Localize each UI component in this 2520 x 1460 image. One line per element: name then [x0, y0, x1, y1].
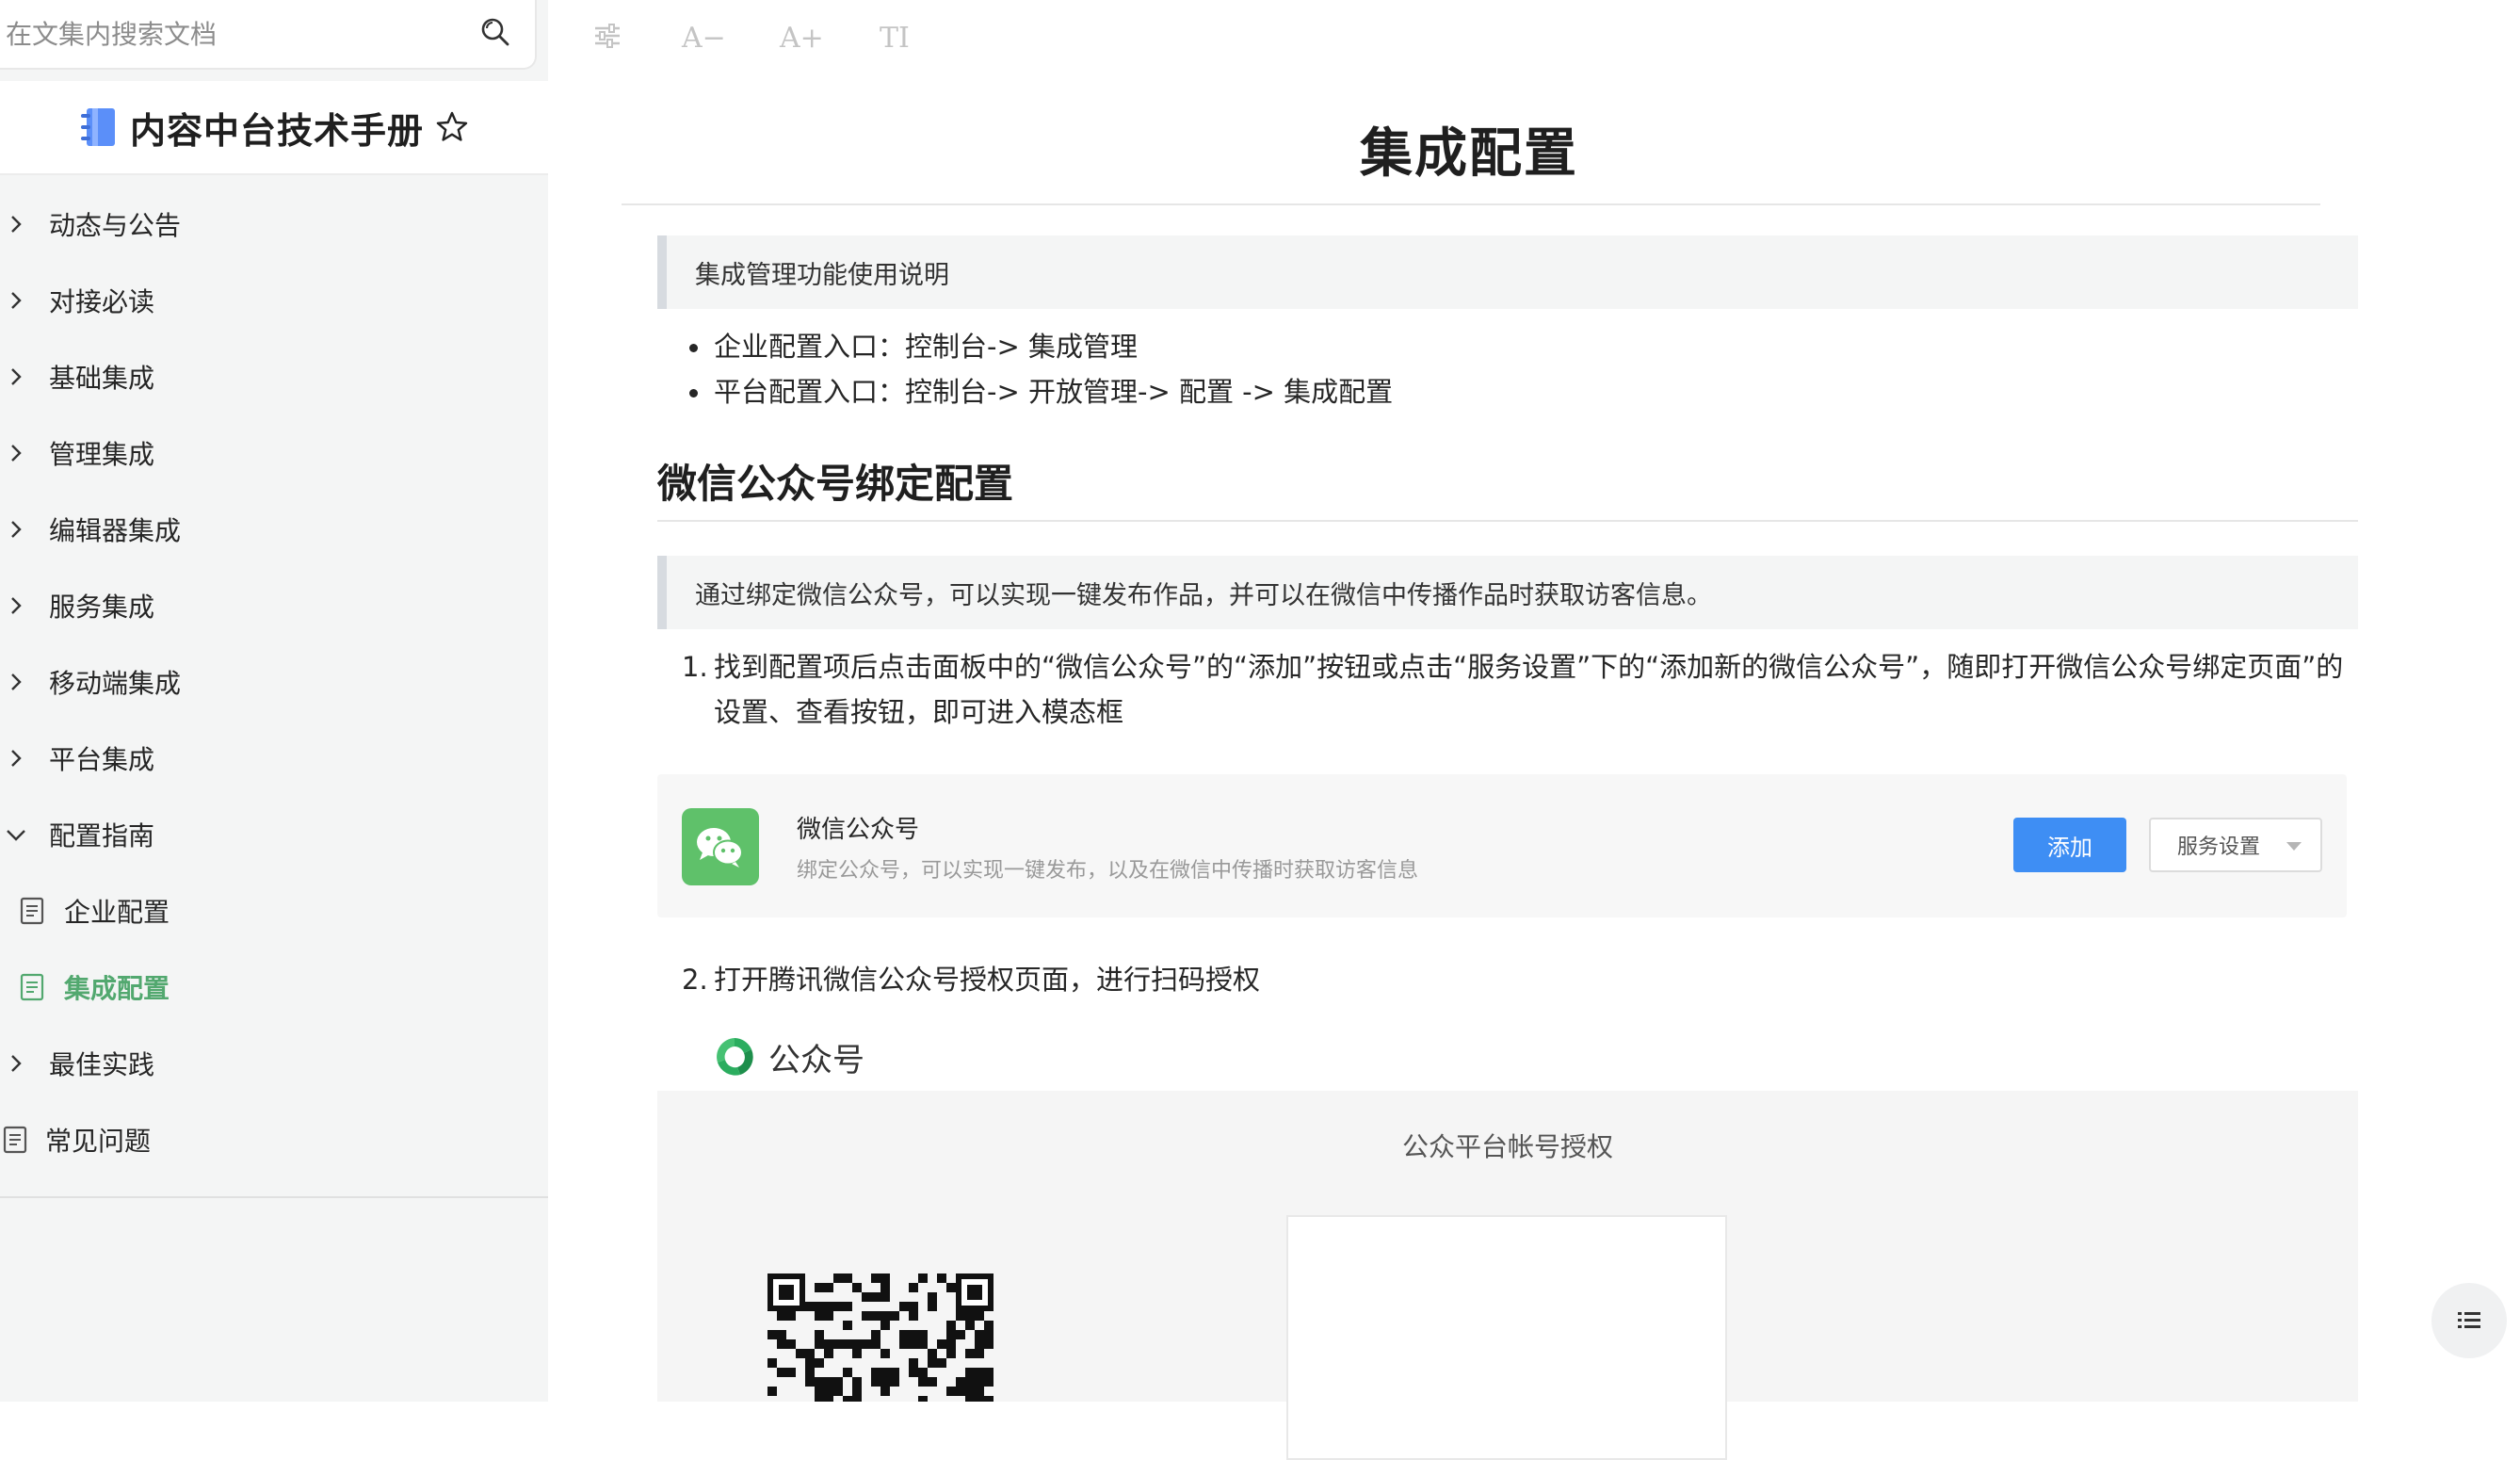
sidebar-item-mobile-integration[interactable]: 移动端集成: [0, 652, 548, 712]
star-icon[interactable]: [435, 110, 469, 144]
chevron-right-icon: [11, 597, 22, 614]
entry-list: 企业配置入口：控制台-> 集成管理 平台配置入口：控制台-> 开放管理-> 配置…: [687, 324, 1393, 414]
sidebar: 内容中台技术手册 动态与公告 对接必读 基础集成 管理集成 编辑器集成 服务: [0, 0, 548, 1402]
service-settings-label: 服务设置: [2177, 835, 2261, 859]
sidebar-item-label: 基础集成: [49, 363, 155, 394]
font-toggle-button[interactable]: TI: [880, 17, 910, 58]
step-2: 2. 打开腾讯微信公众号授权页面，进行扫码授权: [682, 957, 2000, 1002]
qr-card: [1286, 1215, 1727, 1460]
book-title: 内容中台技术手册: [129, 109, 424, 152]
search-icon[interactable]: [478, 15, 512, 49]
sidebar-item-management-integration[interactable]: 管理集成: [0, 423, 548, 483]
sidebar-item-news[interactable]: 动态与公告: [0, 194, 548, 254]
sidebar-item-integration-config[interactable]: 集成配置: [0, 957, 548, 1017]
wechat-integration-card: 微信公众号 绑定公众号，可以实现一键发布，以及在微信中传播时获取访客信息 添加 …: [657, 774, 2347, 917]
chevron-right-icon: [11, 1055, 22, 1072]
section-divider: [657, 520, 2358, 522]
list-item: 平台配置入口：控制台-> 开放管理-> 配置 -> 集成配置: [687, 369, 1393, 414]
chevron-right-icon: [11, 292, 22, 309]
mp-logo-icon: [717, 1038, 753, 1076]
chevron-down-icon: [7, 830, 25, 841]
step-number: 1.: [682, 651, 708, 683]
chevron-right-icon: [11, 521, 22, 538]
sidebar-item-label: 常见问题: [45, 1126, 152, 1157]
wechat-logo: [682, 808, 759, 885]
sidebar-item-label: 集成配置: [64, 973, 170, 1004]
caret-down-icon: [2286, 842, 2302, 851]
service-settings-dropdown[interactable]: 服务设置: [2149, 818, 2322, 872]
font-increase-button[interactable]: A+: [780, 17, 824, 58]
step-1: 1. 找到配置项后点击面板中的“微信公众号”的“添加”按钮或点击“服务设置”下的…: [682, 644, 2377, 735]
step-text: 设置、查看按钮，即可进入模态框: [714, 696, 1124, 728]
sidebar-item-label: 企业配置: [64, 897, 170, 928]
document-icon: [20, 973, 44, 1001]
chevron-right-icon: [11, 673, 22, 690]
sidebar-item-label: 配置指南: [49, 820, 155, 852]
sidebar-item-service-integration[interactable]: 服务集成: [0, 576, 548, 636]
sidebar-item-faq[interactable]: 常见问题: [0, 1110, 548, 1170]
search-input[interactable]: [6, 13, 458, 55]
search-box: [0, 0, 537, 70]
sidebar-item-editor-integration[interactable]: 编辑器集成: [0, 499, 548, 560]
sidebar-item-must-read[interactable]: 对接必读: [0, 270, 548, 331]
page-title: 集成配置: [1360, 123, 1578, 185]
sidebar-item-label: 对接必读: [49, 286, 155, 317]
step-text: 打开腾讯微信公众号授权页面，进行扫码授权: [714, 964, 1261, 996]
title-divider: [622, 203, 2320, 205]
wechat-card-title: 微信公众号: [797, 816, 920, 844]
chevron-right-icon: [11, 445, 22, 462]
book-header: 内容中台技术手册: [0, 81, 548, 175]
add-button[interactable]: 添加: [2013, 818, 2126, 872]
chevron-right-icon: [11, 750, 22, 767]
section-title: 微信公众号绑定配置: [657, 461, 1014, 507]
settings-sliders-icon[interactable]: [593, 21, 622, 51]
mp-brand-label: 公众号: [768, 1042, 864, 1079]
chevron-right-icon: [11, 216, 22, 233]
wechat-icon: [697, 828, 743, 868]
sidebar-item-enterprise-config[interactable]: 企业配置: [0, 881, 548, 941]
sidebar-item-label: 移动端集成: [49, 668, 182, 699]
sidebar-item-best-practices[interactable]: 最佳实践: [0, 1033, 548, 1094]
chevron-right-icon: [11, 368, 22, 385]
qr-code[interactable]: [767, 1273, 994, 1402]
step-text: 找到配置项后点击面板中的“微信公众号”的“添加”按钮或点击“服务设置”下的“添加…: [714, 651, 2344, 683]
sidebar-item-platform-integration[interactable]: 平台集成: [0, 728, 548, 788]
document-icon: [20, 897, 44, 925]
document-icon: [3, 1126, 27, 1154]
list-item: 企业配置入口：控制台-> 集成管理: [687, 324, 1393, 369]
sidebar-item-label: 平台集成: [49, 744, 155, 775]
sidebar-divider: [0, 1196, 548, 1198]
sidebar-item-label: 动态与公告: [49, 210, 182, 241]
sidebar-item-label: 最佳实践: [49, 1049, 155, 1080]
table-of-contents-button[interactable]: [2431, 1283, 2507, 1358]
wechat-card-description: 绑定公众号，可以实现一键发布，以及在微信中传播时获取访客信息: [797, 859, 1419, 883]
step-number: 2.: [682, 964, 708, 996]
sidebar-item-label: 服务集成: [49, 592, 155, 623]
sidebar-item-config-guide[interactable]: 配置指南: [0, 804, 548, 865]
sidebar-item-label: 管理集成: [49, 439, 155, 470]
list-icon: [2458, 1312, 2480, 1328]
intro-note: 集成管理功能使用说明: [657, 235, 2358, 309]
auth-title: 公众平台帐号授权: [1401, 1131, 1613, 1162]
sidebar-item-label: 编辑器集成: [49, 515, 182, 546]
sidebar-item-basic-integration[interactable]: 基础集成: [0, 347, 548, 407]
book-icon: [80, 108, 115, 146]
font-decrease-button[interactable]: A−: [682, 17, 726, 58]
section-note: 通过绑定微信公众号，可以实现一键发布作品，并可以在微信中传播作品时获取访客信息。: [657, 556, 2358, 629]
